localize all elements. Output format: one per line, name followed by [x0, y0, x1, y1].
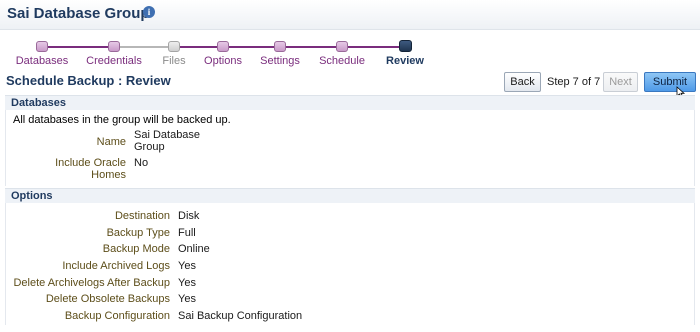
- submit-button[interactable]: Submit: [644, 72, 696, 92]
- next-button: Next: [603, 72, 638, 92]
- option-label: Backup Configuration: [64, 310, 170, 322]
- option-value: Yes: [178, 260, 196, 272]
- name-value-line2: Group: [134, 141, 165, 153]
- option-value: Full: [178, 227, 196, 239]
- train-label-review: Review: [386, 55, 424, 67]
- option-value: Sai Backup Configuration: [178, 310, 303, 322]
- train-label-settings[interactable]: Settings: [260, 55, 300, 67]
- option-label: Include Archived Logs: [62, 260, 170, 272]
- option-value: Disk: [178, 210, 200, 222]
- train-label-databases[interactable]: Databases: [16, 55, 69, 67]
- step-indicator: Step 7 of 7: [547, 76, 601, 88]
- train-stop-options[interactable]: [217, 41, 229, 52]
- train-connector: [42, 46, 114, 48]
- train-stop-credentials[interactable]: [108, 41, 120, 52]
- back-button[interactable]: Back: [504, 72, 541, 92]
- train-stop-schedule[interactable]: [336, 41, 348, 52]
- wizard-train: Databases Credentials Files Options Sett…: [0, 38, 700, 70]
- include-oracle-value: No: [134, 157, 149, 169]
- databases-description: All databases in the group will be backe…: [13, 114, 231, 126]
- name-label: Name: [96, 136, 126, 148]
- info-icon[interactable]: i: [143, 6, 155, 18]
- databases-section-title: Databases: [11, 97, 67, 109]
- include-oracle-label-line1: Include Oracle: [55, 157, 126, 169]
- options-section-header: Options: [5, 188, 695, 203]
- train-connector: [114, 46, 174, 48]
- include-oracle-label-line2: Homes: [91, 169, 126, 181]
- train-label-files: Files: [162, 55, 186, 67]
- option-label: Backup Type: [106, 227, 170, 239]
- option-label: Delete Archivelogs After Backup: [13, 277, 170, 289]
- option-value: Yes: [178, 277, 196, 289]
- databases-section-header: Databases: [5, 95, 695, 110]
- train-label-credentials[interactable]: Credentials: [86, 55, 142, 67]
- page-header: Sai Database Group i: [0, 0, 700, 30]
- train-stop-files: [168, 41, 180, 52]
- option-value: Yes: [178, 293, 196, 305]
- train-label-options[interactable]: Options: [204, 55, 242, 67]
- option-label: Backup Mode: [102, 243, 170, 255]
- option-label: Destination: [114, 210, 170, 222]
- options-section-title: Options: [11, 190, 53, 202]
- name-value-line1: Sai Database: [134, 129, 201, 141]
- train-stop-review: [399, 40, 412, 52]
- train-stop-databases[interactable]: [36, 41, 48, 52]
- page-title: Sai Database Group: [7, 5, 150, 22]
- train-label-schedule[interactable]: Schedule: [319, 55, 365, 67]
- train-stop-settings[interactable]: [274, 41, 286, 52]
- option-value: Online: [178, 243, 210, 255]
- page-subtitle: Schedule Backup : Review: [6, 73, 171, 88]
- option-label: Delete Obsolete Backups: [45, 293, 170, 305]
- train-connector: [174, 46, 407, 48]
